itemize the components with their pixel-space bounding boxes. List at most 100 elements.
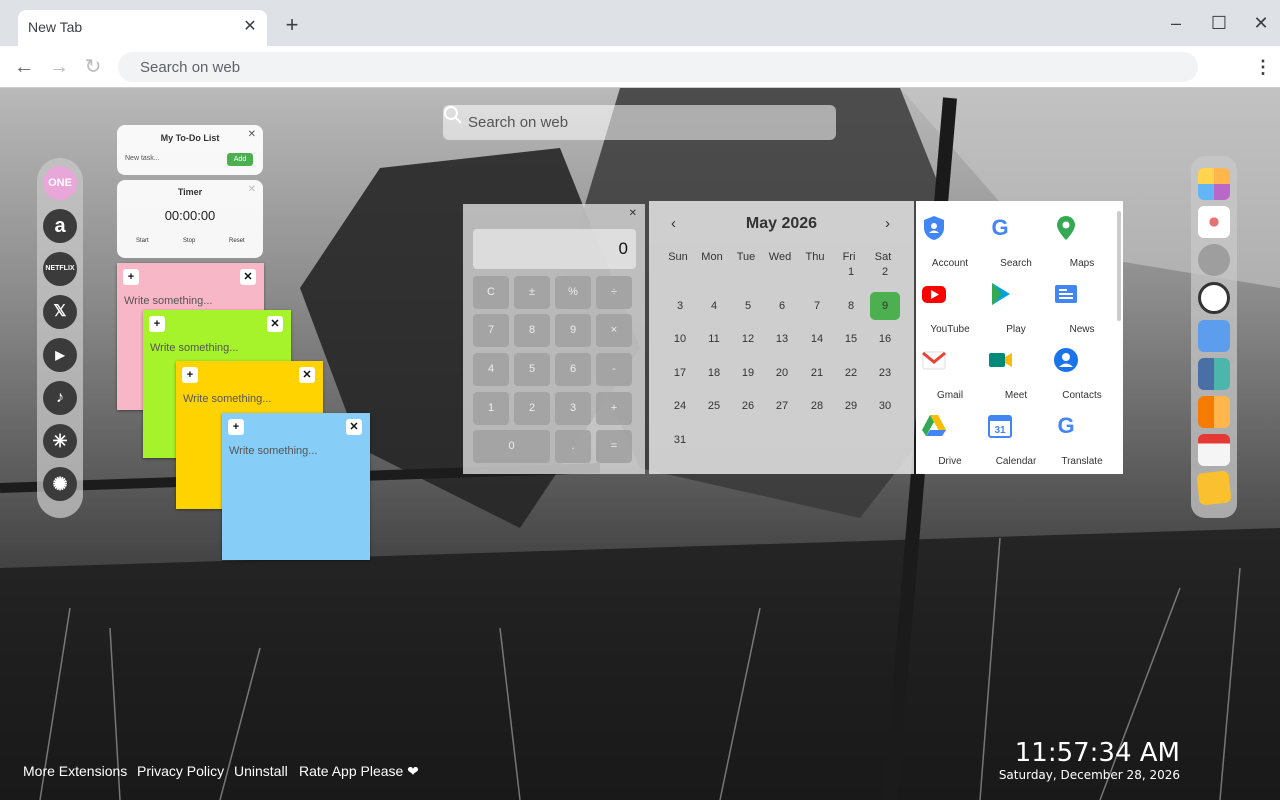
delete-note-icon[interactable]: ✕	[267, 316, 283, 332]
calendar-day[interactable]: 5	[733, 292, 763, 320]
calc-digit-2-key[interactable]: 2	[514, 392, 550, 425]
app-calendar[interactable]: 31 Calendar	[986, 412, 1046, 472]
calc-plus-key[interactable]: +	[596, 392, 632, 425]
calendar-day[interactable]: 25	[699, 392, 729, 420]
app-account[interactable]: Account	[920, 214, 980, 274]
calc-decimal-key[interactable]: .	[555, 430, 591, 463]
close-window-icon[interactable]: ✕	[1250, 12, 1272, 34]
calc-digit-7-key[interactable]: 7	[473, 314, 509, 347]
calendar-day[interactable]: 12	[733, 325, 763, 353]
apps-grid-icon[interactable]	[1198, 206, 1230, 238]
minimize-icon[interactable]: –	[1165, 12, 1187, 34]
app-contacts[interactable]: Contacts	[1052, 346, 1112, 406]
calc-digit-6-key[interactable]: 6	[555, 353, 591, 386]
calendar-day[interactable]: 13	[767, 325, 797, 353]
next-month-icon[interactable]: ›	[885, 215, 890, 232]
maximize-icon[interactable]: ☐	[1208, 12, 1230, 34]
x-twitter-icon[interactable]: 𝕏	[43, 295, 77, 329]
timer-start-button[interactable]: Start	[136, 238, 149, 244]
chatgpt-icon[interactable]	[1198, 244, 1230, 276]
calc-digit-8-key[interactable]: 8	[514, 314, 550, 347]
widgets-icon[interactable]	[1198, 168, 1230, 200]
timer-stop-button[interactable]: Stop	[183, 238, 195, 244]
close-icon[interactable]: ✕	[248, 184, 256, 195]
calc-sign-key[interactable]: ±	[514, 276, 550, 309]
tiktok-icon[interactable]: ♪	[43, 381, 77, 415]
close-icon[interactable]: ✕	[629, 208, 637, 219]
calc-digit-0-key[interactable]: 0	[473, 430, 550, 463]
calendar-day[interactable]: 4	[699, 292, 729, 320]
calc-equals-key[interactable]: =	[596, 430, 632, 463]
note-text[interactable]: Write something...	[124, 295, 212, 307]
note-text[interactable]: Write something...	[229, 445, 317, 457]
calendar-day[interactable]: 2	[870, 258, 900, 286]
calendar-day-today[interactable]: 9	[870, 291, 900, 320]
calendar-day[interactable]: 15	[836, 325, 866, 353]
calendar-day[interactable]: 22	[836, 359, 866, 387]
app-drive[interactable]: Drive	[920, 412, 980, 472]
tab-new-tab[interactable]: New Tab ✕	[18, 10, 267, 46]
reload-icon[interactable]: ↻	[81, 55, 105, 79]
calendar-day[interactable]: 6	[767, 292, 797, 320]
add-note-icon[interactable]: +	[182, 367, 198, 383]
uninstall-link[interactable]: Uninstall	[234, 763, 288, 779]
app-gmail[interactable]: Gmail	[920, 346, 980, 406]
calendar-day[interactable]: 28	[802, 392, 832, 420]
calc-digit-1-key[interactable]: 1	[473, 392, 509, 425]
app-search[interactable]: G Search	[986, 214, 1046, 274]
close-tab-icon[interactable]: ✕	[241, 18, 259, 36]
calc-digit-5-key[interactable]: 5	[514, 353, 550, 386]
browser-menu-icon[interactable]: ⋮	[1254, 56, 1272, 78]
add-note-icon[interactable]: +	[149, 316, 165, 332]
todo-add-button[interactable]: Add	[227, 153, 253, 166]
sticky-notes-icon[interactable]	[1196, 470, 1232, 506]
add-note-icon[interactable]: +	[123, 269, 139, 285]
back-arrow-icon[interactable]: ←	[12, 55, 36, 79]
calc-percent-key[interactable]: %	[555, 276, 591, 309]
chatgpt-icon[interactable]: ✺	[43, 467, 77, 501]
calendar-day[interactable]: 16	[870, 325, 900, 353]
app-play[interactable]: Play	[986, 280, 1046, 340]
calendar-day[interactable]: 1	[836, 258, 866, 286]
app-meet[interactable]: Meet	[986, 346, 1046, 406]
calc-multiply-key[interactable]: ×	[596, 314, 632, 347]
youtube-icon[interactable]: ▶	[43, 338, 77, 372]
page-search-bar[interactable]: Search on web	[443, 105, 836, 140]
calendar-day[interactable]: 20	[767, 359, 797, 387]
calendar-day[interactable]: 3	[665, 292, 695, 320]
delete-note-icon[interactable]: ✕	[240, 269, 256, 285]
calc-digit-4-key[interactable]: 4	[473, 353, 509, 386]
address-bar[interactable]: Search on web	[118, 52, 1198, 82]
calc-minus-key[interactable]: -	[596, 353, 632, 386]
delete-note-icon[interactable]: ✕	[299, 367, 315, 383]
app-news[interactable]: News	[1052, 280, 1112, 340]
delete-note-icon[interactable]: ✕	[346, 419, 362, 435]
rate-app-link[interactable]: Rate App Please ❤	[299, 763, 419, 780]
close-icon[interactable]: ✕	[248, 129, 256, 140]
calendar-day[interactable]: 21	[802, 359, 832, 387]
forward-arrow-icon[interactable]: →	[47, 55, 71, 79]
calendar-day[interactable]: 27	[767, 392, 797, 420]
app-translate[interactable]: G Translate	[1052, 412, 1112, 472]
calendar-day[interactable]: 29	[836, 392, 866, 420]
calendar-day[interactable]: 8	[836, 292, 866, 320]
calendar-day[interactable]: 23	[870, 359, 900, 387]
calendar-day[interactable]: 14	[802, 325, 832, 353]
privacy-policy-link[interactable]: Privacy Policy	[137, 763, 224, 779]
timer-reset-button[interactable]: Reset	[229, 238, 245, 244]
calc-digit-9-key[interactable]: 9	[555, 314, 591, 347]
calendar-day[interactable]: 11	[699, 325, 729, 353]
calendar-day[interactable]: 26	[733, 392, 763, 420]
calendar-day[interactable]: 10	[665, 325, 695, 353]
calculator-icon[interactable]	[1198, 358, 1230, 390]
note-text[interactable]: Write something...	[183, 393, 271, 405]
apps-scrollbar[interactable]	[1117, 211, 1121, 321]
more-extensions-link[interactable]: More Extensions	[23, 763, 127, 779]
calendar-day[interactable]: 30	[870, 392, 900, 420]
search-icon[interactable]	[443, 105, 463, 125]
calc-clear-key[interactable]: C	[473, 276, 509, 309]
calc-digit-3-key[interactable]: 3	[555, 392, 591, 425]
add-note-icon[interactable]: +	[228, 419, 244, 435]
calendar-day[interactable]: 31	[665, 426, 695, 454]
calendar-day[interactable]: 18	[699, 359, 729, 387]
